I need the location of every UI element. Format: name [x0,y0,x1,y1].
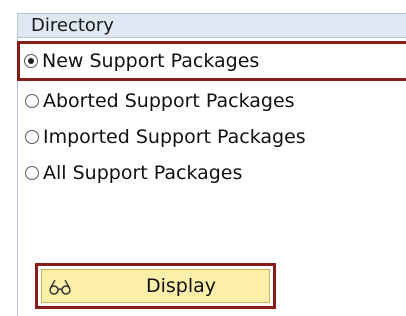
display-button-highlight: Display [35,263,276,309]
radio-unselected-icon[interactable] [25,94,39,108]
display-button-label: Display [146,275,217,297]
radio-unselected-icon[interactable] [25,130,39,144]
radio-dot [28,58,34,64]
radio-selected-icon[interactable] [24,54,38,68]
directory-header: Directory [17,13,406,38]
radio-label: All Support Packages [43,162,243,184]
radio-all-support-packages[interactable]: All Support Packages [19,156,242,190]
radio-label: Aborted Support Packages [43,90,295,112]
radio-aborted-support-packages[interactable]: Aborted Support Packages [19,84,295,118]
directory-title: Directory [31,15,114,36]
radio-label: Imported Support Packages [43,126,306,148]
radio-unselected-icon[interactable] [25,166,39,180]
radio-imported-support-packages[interactable]: Imported Support Packages [19,120,306,154]
radio-new-support-packages[interactable]: New Support Packages [17,41,406,81]
radio-label: New Support Packages [42,50,260,72]
directory-panel: Directory New Support Packages Aborted S… [0,0,406,316]
glasses-icon [49,279,71,295]
display-button[interactable]: Display [41,269,270,303]
